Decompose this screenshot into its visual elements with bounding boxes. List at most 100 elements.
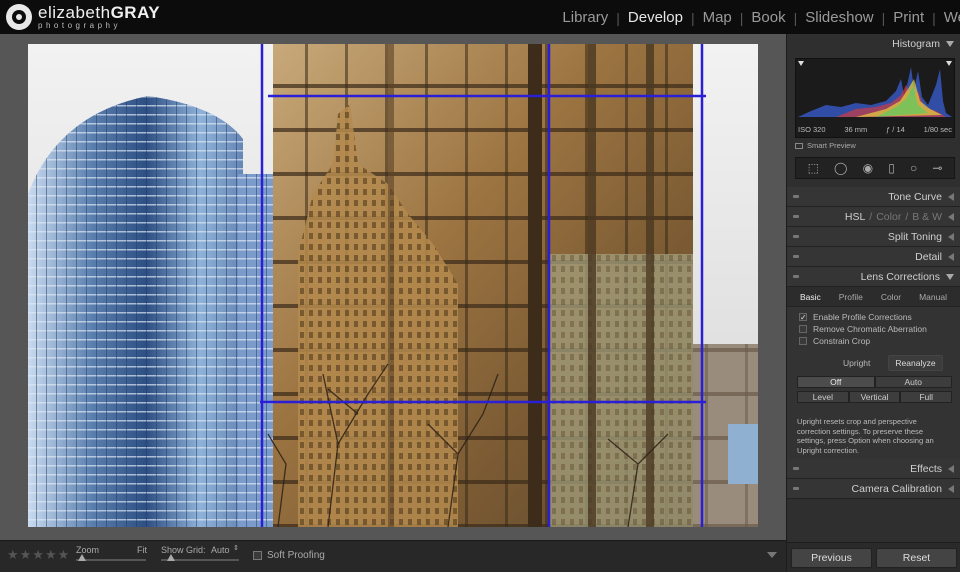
panel-effects[interactable]: Effects [787, 459, 960, 479]
upright-row: Upright Reanalyze [787, 355, 960, 371]
exif-iso: ISO 320 [798, 125, 826, 134]
red-eye-icon[interactable]: ◉ [863, 162, 873, 174]
panel-toggle-icon[interactable] [793, 275, 799, 278]
constrain-crop-option[interactable]: Constrain Crop [799, 336, 960, 346]
collapse-chevron-icon[interactable] [946, 41, 954, 47]
expand-chevron-icon[interactable] [948, 484, 954, 493]
collapse-chevron-icon[interactable] [946, 273, 954, 280]
toolbar-options-chevron-icon[interactable] [767, 552, 777, 558]
zoom-slider-knob[interactable] [78, 554, 86, 561]
remove-ca-checkbox[interactable] [799, 324, 807, 333]
upright-off-button[interactable]: Off [797, 376, 875, 388]
previous-button[interactable]: Previous [791, 547, 872, 568]
soft-proofing-checkbox[interactable] [253, 551, 262, 560]
panel-lens-corrections-label: Lens Corrections [860, 270, 940, 283]
rating-stars[interactable]: ★★★★★ [7, 547, 70, 563]
module-library[interactable]: Library [554, 9, 616, 26]
show-grid-stepper-icon[interactable]: ⇕ [233, 544, 239, 552]
panel-detail[interactable]: Detail [787, 247, 960, 267]
upright-level-button[interactable]: Level [797, 391, 849, 403]
enable-profile-label: Enable Profile Corrections [813, 311, 912, 322]
tool-strip: ⬚ ◯ ◉ ▯ ○ ⊸ [795, 157, 955, 179]
logo-name-bold: GRAY [110, 3, 161, 22]
upright-mode-row-1: Off Auto [797, 376, 952, 388]
identity-plate: elizabethGRAY photography [6, 4, 160, 30]
panel-bw-label[interactable]: B & W [912, 211, 942, 223]
module-develop[interactable]: Develop [620, 9, 691, 26]
show-grid-value[interactable]: Auto [211, 545, 230, 555]
radial-filter-icon[interactable]: ○ [910, 162, 917, 174]
expand-chevron-icon[interactable] [948, 464, 954, 473]
panel-tone-curve-label: Tone Curve [888, 190, 942, 203]
tab-basic[interactable]: Basic [800, 292, 821, 302]
exif-info: ISO 320 36 mm ƒ / 14 1/80 sec [798, 125, 952, 134]
tab-manual[interactable]: Manual [919, 292, 947, 302]
image-canvas[interactable] [0, 34, 786, 540]
photo-preview[interactable] [28, 44, 758, 527]
panel-color-label[interactable]: Color [876, 211, 901, 223]
panel-hsl-label[interactable]: HSL [845, 211, 865, 223]
adjustment-brush-icon[interactable]: ⊸ [932, 162, 942, 174]
crop-overlay-icon[interactable]: ⬚ [808, 162, 819, 174]
zoom-slider[interactable] [76, 559, 146, 561]
panel-toggle-icon[interactable] [793, 235, 799, 238]
panel-split-toning[interactable]: Split Toning [787, 227, 960, 247]
constrain-crop-checkbox[interactable] [799, 336, 807, 345]
panel-toggle-icon[interactable] [793, 467, 799, 470]
exif-focal-length: 36 mm [844, 125, 868, 134]
enable-profile-checkbox[interactable]: ✓ [799, 312, 807, 321]
upright-mode-row-2: Level Vertical Full [797, 391, 953, 403]
panel-split-toning-label: Split Toning [887, 230, 942, 243]
module-book[interactable]: Book [743, 9, 793, 26]
panel-camera-calibration-label: Camera Calibration [851, 482, 942, 495]
module-web[interactable]: We [936, 9, 960, 26]
graduated-filter-icon[interactable]: ▯ [888, 162, 895, 174]
panel-toggle-icon[interactable] [793, 195, 799, 198]
upright-help-text: Upright resets crop and perspective corr… [797, 417, 934, 455]
smart-preview-label: Smart Preview [807, 141, 856, 150]
expand-chevron-icon[interactable] [948, 252, 954, 261]
module-map[interactable]: Map [695, 9, 740, 26]
reanalyze-button[interactable]: Reanalyze [888, 355, 943, 371]
grid-slider-knob[interactable] [167, 554, 175, 561]
module-print[interactable]: Print [885, 9, 932, 26]
panel-lens-corrections[interactable]: Lens Corrections [787, 267, 960, 287]
module-slideshow[interactable]: Slideshow [797, 9, 881, 26]
expand-chevron-icon[interactable] [948, 212, 954, 221]
upright-vertical-button[interactable]: Vertical [848, 391, 901, 403]
tab-profile[interactable]: Profile [839, 292, 863, 302]
hsl-separator: / [905, 210, 909, 223]
panel-toggle-icon[interactable] [793, 487, 799, 490]
develop-right-panel: Histogram ISO 320 36 mm ƒ / 14 1/80 sec … [786, 34, 960, 572]
exif-shutter: 1/80 sec [923, 125, 952, 134]
aperture-logo-icon [6, 4, 32, 30]
reset-button[interactable]: Reset [876, 547, 957, 568]
expand-chevron-icon[interactable] [948, 192, 954, 201]
upright-auto-button[interactable]: Auto [874, 376, 952, 388]
spot-removal-icon[interactable]: ◯ [834, 162, 847, 174]
histogram-display[interactable]: ISO 320 36 mm ƒ / 14 1/80 sec [795, 58, 955, 138]
panel-camera-calibration[interactable]: Camera Calibration [787, 479, 960, 499]
panel-hsl[interactable]: HSL / Color / B & W [787, 207, 960, 227]
module-picker: Library | Develop | Map | Book | Slidesh… [554, 9, 960, 26]
tab-color[interactable]: Color [881, 292, 901, 302]
panel-bottom-buttons: Previous Reset [787, 542, 960, 572]
expand-chevron-icon[interactable] [948, 232, 954, 241]
histogram-title: Histogram [892, 38, 940, 50]
panel-toggle-icon[interactable] [793, 215, 799, 218]
panel-toggle-icon[interactable] [793, 255, 799, 258]
histogram-header[interactable]: Histogram [787, 34, 960, 54]
photo-illustration [28, 44, 758, 527]
smart-preview-status: Smart Preview [795, 141, 960, 150]
remove-ca-option[interactable]: Remove Chromatic Aberration [799, 324, 960, 334]
smart-preview-icon [795, 142, 803, 149]
upright-full-button[interactable]: Full [900, 391, 953, 403]
panel-effects-label: Effects [910, 462, 942, 475]
histogram-graph [798, 61, 952, 117]
soft-proofing-toggle[interactable]: Soft Proofing [253, 550, 325, 561]
panel-spacer [787, 179, 960, 187]
top-bar: elizabethGRAY photography Library | Deve… [0, 0, 960, 34]
enable-profile-corrections-option[interactable]: ✓ Enable Profile Corrections [799, 311, 960, 322]
zoom-value[interactable]: Fit [137, 545, 147, 555]
panel-tone-curve[interactable]: Tone Curve [787, 187, 960, 207]
